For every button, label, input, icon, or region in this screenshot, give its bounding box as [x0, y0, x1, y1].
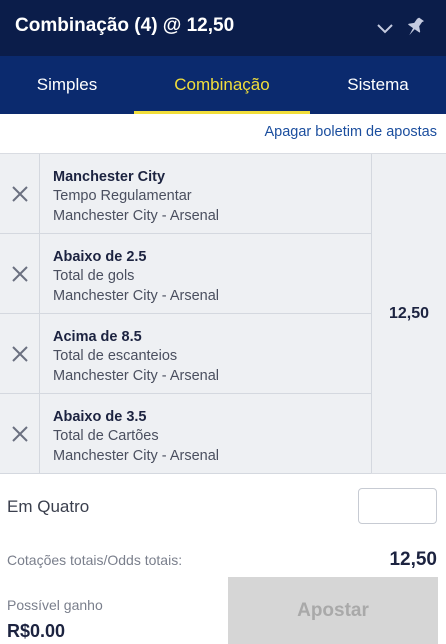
stake-label: Em Quatro — [7, 497, 90, 516]
close-icon — [11, 186, 28, 202]
close-icon — [11, 426, 28, 442]
betslip-header: Combinação (4) @ 12,50 — [0, 0, 446, 56]
selection-pick: Abaixo de 2.5 — [53, 249, 147, 265]
close-icon — [11, 346, 28, 362]
selection-market: Total de escanteios — [53, 348, 178, 364]
clear-betslip-link[interactable]: Apagar boletim de apostas — [265, 124, 438, 140]
selection-row: Abaixo de 2.5 Total de gols Manchester C… — [0, 234, 371, 314]
selection-market: Total de Cartões — [53, 428, 159, 444]
selections-list: Manchester City Tempo Regulamentar Manch… — [0, 153, 446, 474]
selection-event: Manchester City - Arsenal — [53, 207, 220, 224]
combined-odds: 12,50 — [371, 154, 446, 473]
selection-event: Manchester City - Arsenal — [53, 367, 220, 384]
selection-row: Manchester City Tempo Regulamentar Manch… — [0, 154, 371, 234]
remove-selection-button[interactable] — [0, 394, 40, 474]
remove-selection-button[interactable] — [0, 234, 40, 314]
bet-type-tabs: Simples Combinação Sistema — [0, 56, 446, 114]
selection-pick: Abaixo de 3.5 — [53, 409, 147, 425]
active-tab-indicator — [134, 111, 310, 114]
betslip-title: Combinação (4) @ 12,50 — [15, 15, 235, 36]
tab-sistema[interactable]: Sistema — [310, 56, 446, 114]
remove-selection-button[interactable] — [0, 154, 40, 234]
place-bet-button[interactable]: Apostar — [228, 577, 438, 644]
potential-win-label: Possível ganho — [7, 597, 103, 613]
selection-event: Manchester City - Arsenal — [53, 447, 220, 464]
close-icon — [11, 266, 28, 282]
selection-row: Abaixo de 3.5 Total de Cartões Mancheste… — [0, 394, 371, 474]
selection-pick: Manchester City — [53, 169, 166, 185]
stake-input[interactable] — [358, 488, 437, 524]
selection-market: Total de gols — [53, 268, 135, 284]
pin-icon[interactable] — [404, 15, 426, 39]
tab-combinacao[interactable]: Combinação — [134, 56, 310, 114]
total-odds-value: 12,50 — [389, 549, 437, 570]
remove-selection-button[interactable] — [0, 314, 40, 394]
selection-pick: Acima de 8.5 — [53, 329, 142, 345]
selection-row: Acima de 8.5 Total de escanteios Manches… — [0, 314, 371, 394]
tab-simples[interactable]: Simples — [0, 56, 134, 114]
selection-event: Manchester City - Arsenal — [53, 287, 220, 304]
potential-win-value: R$0.00 — [7, 621, 66, 641]
selection-market: Tempo Regulamentar — [53, 188, 192, 204]
total-odds-label: Cotações totais/Odds totais: — [7, 552, 183, 568]
chevron-down-icon[interactable] — [374, 17, 396, 39]
